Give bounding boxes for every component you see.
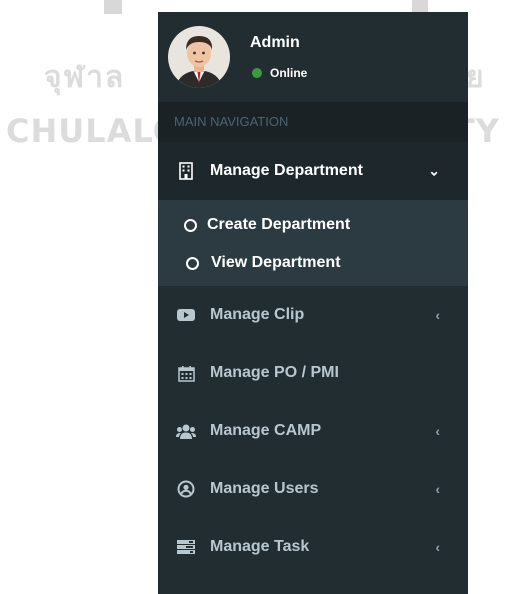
user-name: Admin: [250, 34, 300, 51]
task-icon: [176, 537, 196, 557]
menu-item-manage-task[interactable]: Manage Task ‹: [158, 518, 468, 576]
menu-item-label: Manage Users: [210, 480, 319, 497]
background-watermark-text: CHULALO: [6, 112, 181, 150]
menu-item-manage-department[interactable]: Manage Department ⌄: [158, 142, 468, 200]
online-status-dot-icon: [252, 68, 262, 78]
chevron-left-icon: ‹: [435, 307, 440, 323]
building-icon: [176, 161, 196, 181]
background-watermark-text: จุฬาล: [44, 60, 126, 95]
submenu-item-label: Create Department: [207, 216, 351, 233]
background-building-shape: [104, 0, 122, 14]
user-status-label: Online: [270, 66, 308, 80]
chevron-down-icon: ⌄: [428, 162, 440, 179]
youtube-icon: [176, 305, 196, 325]
menu-item-label: Manage Task: [210, 538, 310, 555]
chevron-left-icon: ‹: [435, 481, 440, 497]
submenu-manage-department: Create Department View Department: [158, 200, 468, 286]
menu-item-label: Manage PO / PMI: [210, 364, 339, 381]
menu-item-manage-po-pmi[interactable]: Manage PO / PMI: [158, 344, 468, 402]
menu-item-manage-camp[interactable]: Manage CAMP ‹: [158, 402, 468, 460]
user-panel: Admin Online: [158, 12, 468, 102]
sidebar: Admin Online MAIN NAVIGATION Manage Depa…: [158, 12, 468, 594]
menu-item-manage-users[interactable]: Manage Users ‹: [158, 460, 468, 518]
user-circle-icon: [176, 479, 196, 499]
background-watermark-text: ย: [466, 60, 484, 95]
chevron-left-icon: ‹: [435, 539, 440, 555]
calendar-icon: [176, 363, 196, 383]
users-icon: [176, 421, 196, 441]
menu-item-manage-clip[interactable]: Manage Clip ‹: [158, 286, 468, 344]
nav-header: MAIN NAVIGATION: [158, 102, 468, 142]
menu-item-label: Manage Clip: [210, 306, 305, 323]
circle-icon: [184, 218, 197, 232]
user-status: Online: [252, 66, 307, 80]
submenu-item-view-department[interactable]: View Department: [158, 244, 468, 282]
avatar[interactable]: [168, 26, 230, 88]
circle-icon: [186, 256, 199, 270]
submenu-item-create-department[interactable]: Create Department: [158, 206, 468, 244]
menu-item-label: Manage CAMP: [210, 422, 322, 439]
chevron-left-icon: ‹: [435, 423, 440, 439]
submenu-item-label: View Department: [211, 254, 341, 271]
user-avatar-icon: [168, 26, 230, 88]
